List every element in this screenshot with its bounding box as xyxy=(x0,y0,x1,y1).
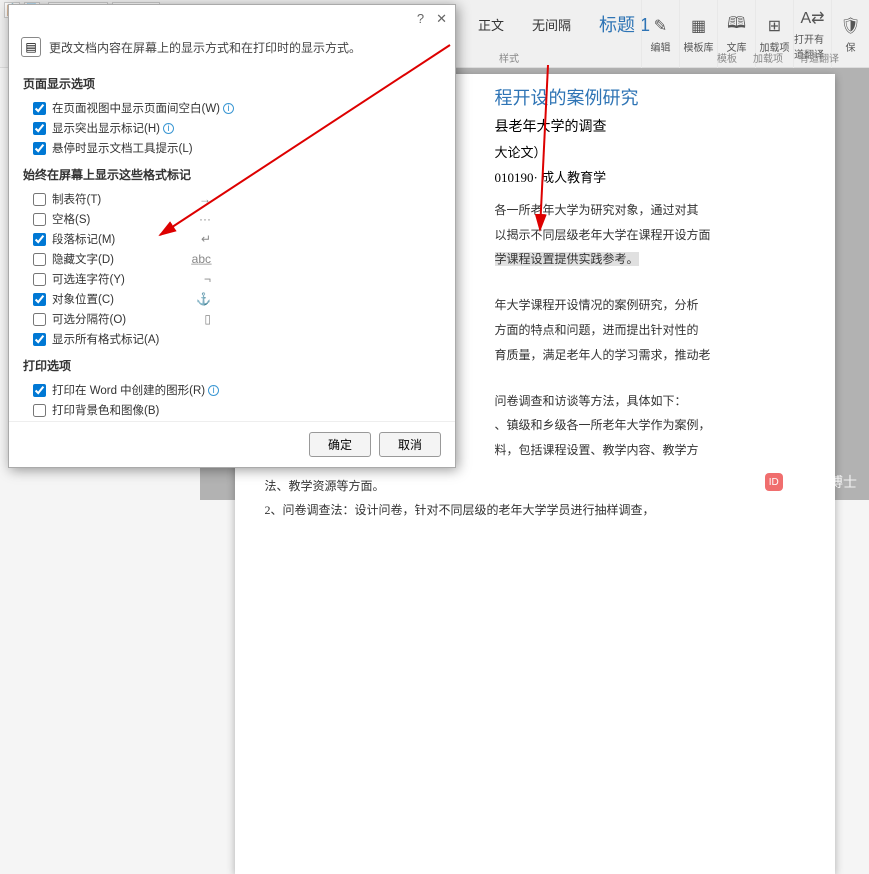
option-label: 显示突出显示标记(H) xyxy=(52,120,160,136)
option-checkbox[interactable] xyxy=(33,142,46,155)
option-label: 悬停时显示文档工具提示(L) xyxy=(52,140,193,156)
doc-body: 各一所老年大学为研究对象，通过对其 以揭示不同层级老年大学在课程开设方面 学课程… xyxy=(495,200,795,462)
option-row: 打印在 Word 中创建的图形(R)i xyxy=(23,380,441,400)
option-checkbox[interactable] xyxy=(33,404,46,417)
cancel-button[interactable]: 取消 xyxy=(379,432,441,457)
watermark-text: @猫宁博士 xyxy=(787,472,857,492)
styles-group-label: 样式 xyxy=(499,50,519,65)
option-checkbox[interactable] xyxy=(33,253,46,266)
edit-icon: ✎ xyxy=(650,15,672,37)
option-label: 打印在 Word 中创建的图形(R) xyxy=(52,382,205,398)
watermark-icon: ID xyxy=(765,473,783,491)
option-checkbox[interactable] xyxy=(33,293,46,306)
option-label: 可选连字符(Y) xyxy=(52,271,125,287)
doc-subtitle: 县老年大学的调查 xyxy=(495,116,795,136)
option-row: 显示所有格式标记(A) xyxy=(23,329,441,349)
display-icon: ▤ xyxy=(21,37,41,57)
option-label: 隐藏文字(D) xyxy=(52,251,114,267)
option-row: 可选连字符(Y) ¬ xyxy=(23,269,441,289)
option-row: 空格(S) ··· xyxy=(23,209,441,229)
option-label: 制表符(T) xyxy=(52,191,101,207)
template-icon: ▦ xyxy=(688,15,710,37)
option-row: 隐藏文字(D) a̲b̲c̲ xyxy=(23,249,441,269)
format-symbol: a̲b̲c̲ xyxy=(192,252,211,266)
format-symbol: ↵ xyxy=(201,232,211,246)
option-row: 打印背景色和图像(B) xyxy=(23,400,441,420)
dialog-body: 页面显示选项 在页面视图中显示页面间空白(W)i显示突出显示标记(H)i悬停时显… xyxy=(9,67,455,421)
addins-icon: ⊞ xyxy=(764,15,786,37)
format-symbol: → xyxy=(199,192,211,206)
dialog-footer: 确定 取消 xyxy=(9,421,455,467)
option-label: 可选分隔符(O) xyxy=(52,311,126,327)
option-checkbox[interactable] xyxy=(33,333,46,346)
translate-icon: A⇄ xyxy=(802,7,824,29)
option-checkbox[interactable] xyxy=(33,233,46,246)
doc-type: 大论文） xyxy=(495,142,795,161)
watermark: ID @猫宁博士 xyxy=(765,472,857,492)
format-symbol: ¬ xyxy=(204,272,211,286)
option-label: 在页面视图中显示页面间空白(W) xyxy=(52,100,220,116)
option-checkbox[interactable] xyxy=(33,193,46,206)
shield-icon: 🛡 xyxy=(840,15,862,37)
template-sublabel: 模板 xyxy=(717,50,737,65)
help-button[interactable]: ? xyxy=(417,11,424,27)
option-row: 段落标记(M) ↵ xyxy=(23,229,441,249)
option-row: 制表符(T) → xyxy=(23,189,441,209)
highlighted-text: 学课程设置提供实践参考。 xyxy=(495,252,639,266)
option-label: 对象位置(C) xyxy=(52,291,114,307)
dialog-header: ▤ 更改文档内容在屏幕上的显示方式和在打印时的显示方式。 xyxy=(9,33,455,67)
ok-button[interactable]: 确定 xyxy=(309,432,371,457)
format-symbol: ▯ xyxy=(204,312,211,326)
option-row: 在页面视图中显示页面间空白(W)i xyxy=(23,98,441,118)
info-icon[interactable]: i xyxy=(223,103,234,114)
option-checkbox[interactable] xyxy=(33,384,46,397)
library-icon: 🕮 xyxy=(726,15,748,37)
tool-template[interactable]: ▦模板库 xyxy=(679,0,717,68)
doc-title: 程开设的案例研究 xyxy=(495,84,795,110)
option-label: 段落标记(M) xyxy=(52,231,115,247)
option-checkbox[interactable] xyxy=(33,102,46,115)
option-row: 对象位置(C) ⚓ xyxy=(23,289,441,309)
option-label: 显示所有格式标记(A) xyxy=(52,331,159,347)
addins-sublabel: 加载项 xyxy=(753,50,783,65)
option-row: 显示突出显示标记(H)i xyxy=(23,118,441,138)
format-symbol: ··· xyxy=(199,212,211,226)
option-checkbox[interactable] xyxy=(33,122,46,135)
options-dialog: ? ✕ ▤ 更改文档内容在屏幕上的显示方式和在打印时的显示方式。 页面显示选项 … xyxy=(8,4,456,468)
section-print-options: 打印选项 xyxy=(23,357,441,374)
styles-gallery: 正文 无间隔 标题 1 xyxy=(469,0,659,48)
section-formatting-marks: 始终在屏幕上显示这些格式标记 xyxy=(23,166,441,183)
option-row: 悬停时显示文档工具提示(L) xyxy=(23,138,441,158)
close-button[interactable]: ✕ xyxy=(436,11,447,27)
info-icon[interactable]: i xyxy=(163,123,174,134)
tool-edit[interactable]: ✎编辑 xyxy=(641,0,679,68)
option-row: 可选分隔符(O) ▯ xyxy=(23,309,441,329)
option-label: 空格(S) xyxy=(52,211,90,227)
option-label: 打印背景色和图像(B) xyxy=(52,402,159,418)
dialog-header-text: 更改文档内容在屏幕上的显示方式和在打印时的显示方式。 xyxy=(49,39,361,56)
option-checkbox[interactable] xyxy=(33,213,46,226)
style-normal[interactable]: 正文 xyxy=(469,10,513,39)
section-display-options: 页面显示选项 xyxy=(23,75,441,92)
doc-info: 010190· 成人教育学 xyxy=(495,167,795,186)
style-nospace[interactable]: 无间隔 xyxy=(523,10,580,39)
translate-sublabel: 有道翻译 xyxy=(799,50,839,65)
format-symbol: ⚓ xyxy=(196,292,211,306)
option-checkbox[interactable] xyxy=(33,313,46,326)
info-icon[interactable]: i xyxy=(208,385,219,396)
dialog-titlebar: ? ✕ xyxy=(9,5,455,33)
option-checkbox[interactable] xyxy=(33,273,46,286)
